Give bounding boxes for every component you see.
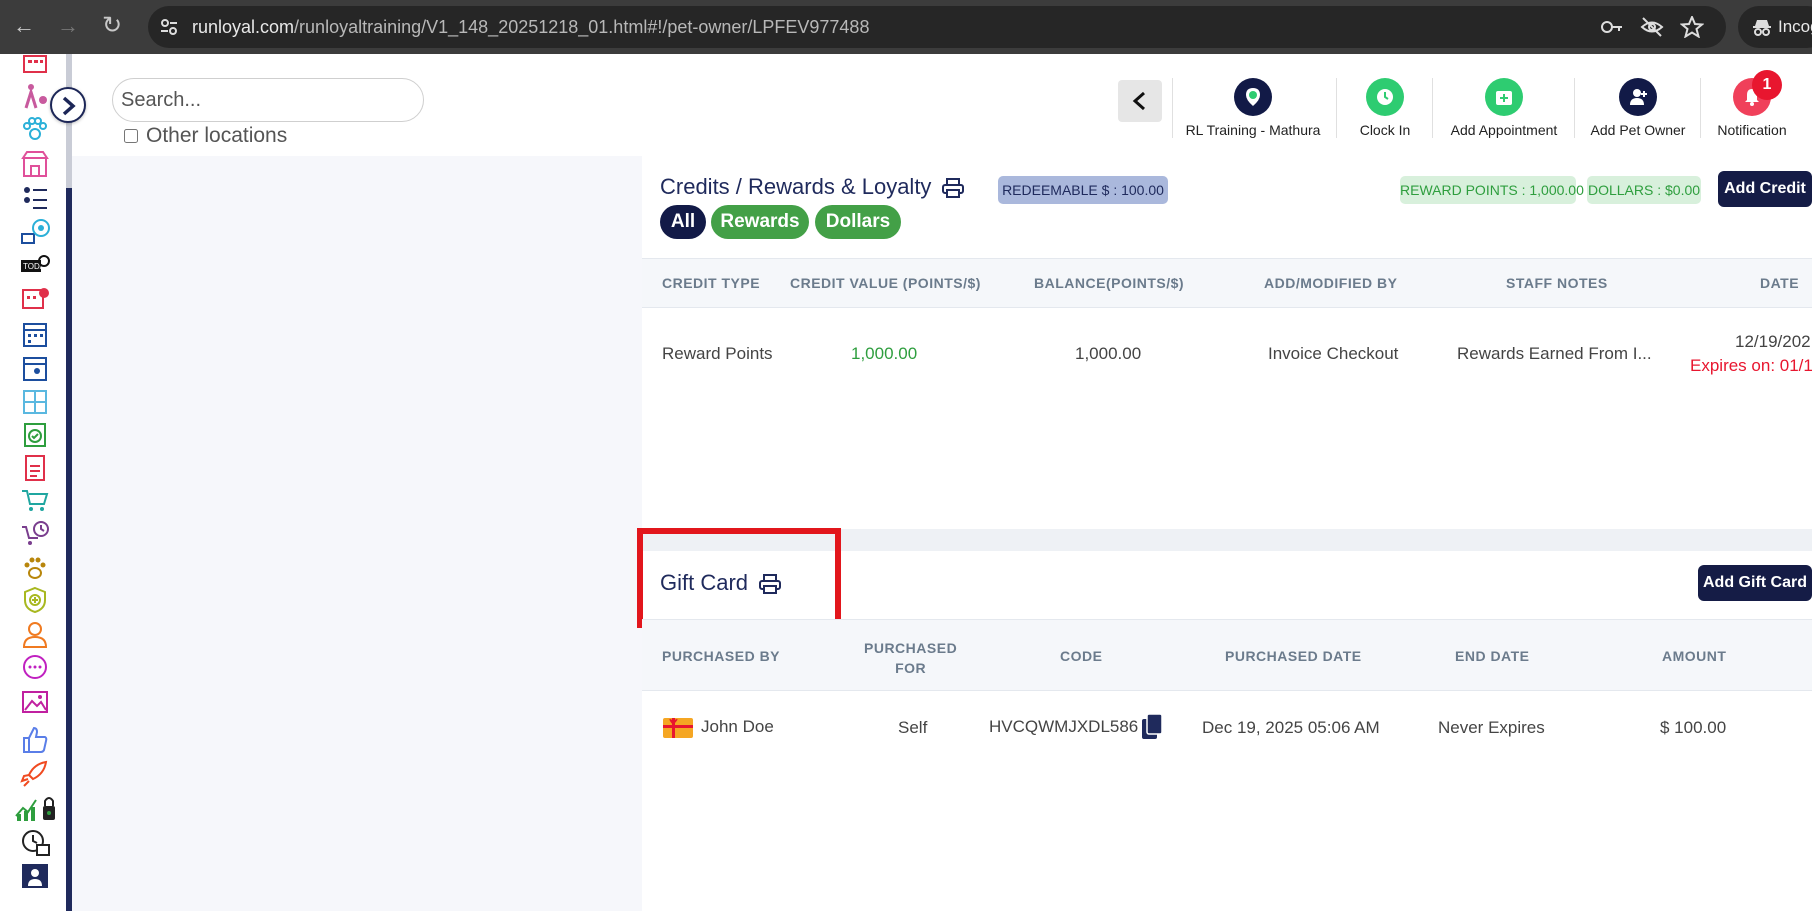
side-nav-rail: TODAY	[0, 54, 66, 911]
col-amount[interactable]: AMOUNT	[1662, 648, 1726, 664]
credits-table-header: CREDIT TYPE CREDIT VALUE (POINTS/$) BALA…	[642, 258, 1812, 308]
expand-sidebar-button[interactable]	[50, 87, 86, 123]
image-icon[interactable]	[20, 688, 50, 716]
reward-points-badge: REWARD POINTS : 1,000.00	[1400, 176, 1584, 204]
incognito-profile[interactable]: Incognito	[1738, 6, 1812, 48]
key-icon[interactable]	[1600, 16, 1624, 38]
growth-chart-icon[interactable]	[14, 794, 58, 822]
paw-print-icon[interactable]	[20, 554, 50, 582]
team-icon[interactable]	[20, 862, 50, 890]
credits-title: Credits / Rewards & Loyalty	[660, 174, 932, 199]
col-purchased-date[interactable]: PURCHASED DATE	[1225, 648, 1362, 664]
collapse-panel-button[interactable]	[1118, 80, 1162, 122]
end-date-cell: Never Expires	[1438, 718, 1545, 737]
pet-location-icon[interactable]	[20, 218, 50, 246]
browser-toolbar: ← → ↻ runloyal.com/runloyaltraining/V1_1…	[0, 0, 1812, 54]
back-arrow-icon[interactable]: ←	[10, 12, 38, 40]
gift-card-table-header: PURCHASED BY PURCHASED FOR CODE PURCHASE…	[642, 619, 1812, 691]
calendar-user-icon[interactable]	[20, 354, 50, 382]
reload-icon[interactable]: ↻	[98, 12, 126, 40]
balance-cell: 1,000.00	[1075, 344, 1142, 363]
user-list-icon[interactable]	[20, 184, 50, 212]
add-credit-button[interactable]: Add Credit	[1718, 171, 1812, 207]
owner-list-panel	[72, 156, 642, 911]
purchased-for-cell: Self	[898, 718, 928, 737]
calendar-icon[interactable]	[20, 320, 50, 348]
other-locations-label: Other locations	[146, 124, 288, 147]
location-selector[interactable]: RL Training - Mathura	[1180, 78, 1326, 138]
store-icon[interactable]	[20, 150, 50, 178]
clock-icon	[1366, 78, 1404, 116]
amount-cell: $ 100.00	[1660, 718, 1727, 737]
col-end-date[interactable]: END DATE	[1455, 648, 1530, 664]
copy-icon[interactable]	[1140, 713, 1164, 741]
search-input[interactable]	[112, 78, 424, 122]
col-credit-value[interactable]: CREDIT VALUE (POINTS/$)	[790, 275, 981, 291]
report-icon[interactable]	[20, 454, 50, 482]
pets-walk-icon[interactable]	[20, 82, 50, 110]
site-settings-icon[interactable]	[158, 16, 180, 38]
filter-all[interactable]: All	[660, 205, 706, 239]
col-credit-type[interactable]: CREDIT TYPE	[662, 275, 760, 291]
purchased-by-cell[interactable]: John Doe	[701, 717, 774, 737]
url-text: runloyal.com/runloyaltraining/V1_148_202…	[192, 17, 870, 37]
layout-icon[interactable]	[20, 388, 50, 416]
dashboard-grid-icon[interactable]	[20, 54, 50, 82]
calendar-alert-icon[interactable]	[20, 284, 50, 312]
col-staff-notes[interactable]: STAFF NOTES	[1506, 275, 1608, 291]
other-locations-checkbox[interactable]: Other locations	[124, 124, 287, 148]
highlight-box	[637, 528, 841, 628]
notification-count-badge: 1	[1752, 70, 1782, 100]
eye-off-icon[interactable]	[1640, 16, 1664, 38]
cart-icon[interactable]	[20, 486, 50, 514]
chevron-left-icon	[1132, 91, 1145, 111]
expiry-cell: Expires on: 01/1	[1690, 356, 1812, 375]
add-appointment-button[interactable]: Add Appointment	[1442, 78, 1566, 138]
time-clock-icon[interactable]	[20, 828, 50, 856]
add-pet-owner-button[interactable]: Add Pet Owner	[1584, 78, 1692, 138]
forward-arrow-icon[interactable]: →	[54, 12, 82, 40]
today-icon[interactable]: TODAY	[20, 252, 50, 280]
calendar-check-icon[interactable]	[20, 420, 50, 448]
chevron-right-icon	[62, 96, 76, 116]
dollars-badge: DOLLARS : $0.00	[1587, 176, 1701, 204]
thumbs-up-icon[interactable]	[20, 726, 50, 754]
calendar-add-icon	[1485, 78, 1523, 116]
cart-history-icon[interactable]	[20, 520, 50, 548]
staff-notes-cell: Rewards Earned From I...	[1457, 344, 1652, 363]
redeemable-badge: REDEEMABLE $ : 100.00	[998, 176, 1168, 204]
print-icon[interactable]	[942, 178, 964, 198]
user-icon[interactable]	[20, 620, 50, 648]
filter-dollars[interactable]: Dollars	[815, 205, 901, 239]
col-date[interactable]: DATE	[1760, 275, 1799, 291]
code-cell: HVCQWMJXDL586	[989, 717, 1139, 736]
incognito-icon	[1753, 20, 1771, 36]
col-purchased-for[interactable]: PURCHASED FOR	[864, 638, 957, 678]
date-cell: 12/19/202	[1735, 332, 1811, 351]
col-purchased-by[interactable]: PURCHASED BY	[662, 648, 780, 664]
location-pin-icon	[1234, 78, 1272, 116]
add-user-icon	[1619, 78, 1657, 116]
credit-type-cell: Reward Points	[662, 344, 773, 363]
modified-by-cell: Invoice Checkout	[1268, 344, 1399, 363]
gift-card-icon	[663, 718, 693, 738]
purchased-date-cell: Dec 19, 2025 05:06 AM	[1202, 718, 1380, 737]
chat-icon[interactable]	[20, 654, 50, 682]
col-modified-by[interactable]: ADD/MODIFIED BY	[1264, 275, 1398, 291]
filter-rewards[interactable]: Rewards	[711, 205, 809, 239]
paw-icon[interactable]	[20, 116, 50, 144]
health-shield-icon[interactable]	[20, 586, 50, 614]
other-locations-check[interactable]	[124, 129, 138, 143]
star-icon[interactable]	[1680, 16, 1704, 38]
rocket-icon[interactable]	[20, 760, 50, 788]
address-bar[interactable]: runloyal.com/runloyaltraining/V1_148_202…	[148, 6, 1726, 48]
col-code[interactable]: CODE	[1060, 648, 1102, 664]
clock-in-button[interactable]: Clock In	[1346, 78, 1424, 138]
credit-value-cell: 1,000.00	[851, 344, 918, 363]
add-gift-card-button[interactable]: Add Gift Card	[1698, 565, 1812, 601]
col-balance[interactable]: BALANCE(POINTS/$)	[1034, 275, 1184, 291]
